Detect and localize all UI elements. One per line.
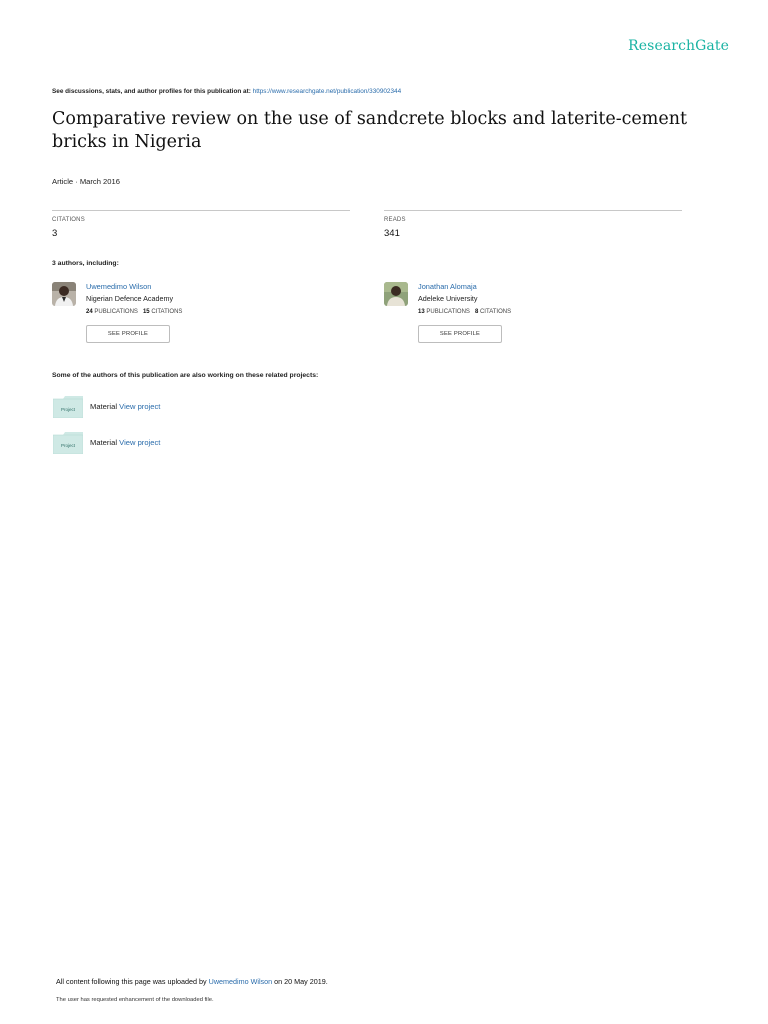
project-name: Material: [90, 438, 118, 447]
upload-suffix: on 20 May 2019.: [274, 977, 328, 986]
project-text: Material View project: [90, 402, 160, 411]
publications-label: PUBLICATIONS: [94, 309, 138, 315]
reads-value: 341: [384, 228, 400, 239]
citations-divider: [52, 210, 350, 211]
authors-heading: 3 authors, including:: [52, 260, 119, 267]
see-profile-button[interactable]: SEE PROFILE: [418, 325, 502, 343]
see-profile-button[interactable]: SEE PROFILE: [86, 325, 170, 343]
citations-count: 15: [142, 309, 150, 315]
publications-label: PUBLICATIONS: [426, 309, 470, 315]
publications-count: 24: [86, 309, 93, 315]
publication-title: Comparative review on the use of sandcre…: [52, 109, 688, 152]
author-name-link[interactable]: Uwemedimo Wilson: [86, 282, 151, 291]
citations-count: 8: [474, 309, 479, 315]
reads-label: READS: [384, 217, 406, 223]
citations-value: 3: [52, 228, 58, 239]
author-stats: 24 PUBLICATIONS 15 CITATIONS: [86, 309, 182, 315]
upload-prefix: All content following this page was uplo…: [56, 977, 207, 986]
uploader-link[interactable]: Uwemedimo Wilson: [209, 977, 273, 986]
project-icon-label: Project: [61, 407, 76, 412]
author-name-link[interactable]: Jonathan Alomaja: [418, 282, 477, 291]
publication-meta: Article · March 2016: [52, 177, 120, 186]
project-icon: Project: [53, 432, 83, 454]
author-stats: 13 PUBLICATIONS 8 CITATIONS: [418, 309, 511, 315]
author-avatar[interactable]: [52, 282, 76, 306]
project-icon-label: Project: [61, 443, 76, 448]
publication-url-link[interactable]: https://www.researchgate.net/publication…: [253, 88, 402, 95]
publications-count: 13: [418, 309, 425, 315]
author-avatar[interactable]: [384, 282, 408, 306]
author-institution: Nigerian Defence Academy: [86, 294, 174, 303]
citations-label: CITATIONS: [151, 309, 183, 315]
project-name: Material: [90, 402, 118, 411]
author-institution: Adeleke University: [418, 294, 478, 303]
enhancement-note: The user has requested enhancement of th…: [56, 997, 214, 1003]
citations-label: CITATIONS: [52, 217, 85, 223]
discussions-text: See discussions, stats, and author profi…: [52, 88, 251, 95]
discussions-line: See discussions, stats, and author profi…: [52, 88, 401, 95]
researchgate-logo[interactable]: ResearchGate: [628, 38, 729, 54]
upload-notice: All content following this page was uplo…: [56, 977, 328, 986]
view-project-link[interactable]: View project: [119, 438, 160, 447]
reads-divider: [384, 210, 682, 211]
citations-label: CITATIONS: [479, 309, 512, 315]
view-project-link[interactable]: View project: [119, 402, 160, 411]
projects-heading: Some of the authors of this publication …: [52, 372, 319, 379]
project-text: Material View project: [90, 438, 160, 447]
project-icon: Project: [53, 396, 83, 418]
